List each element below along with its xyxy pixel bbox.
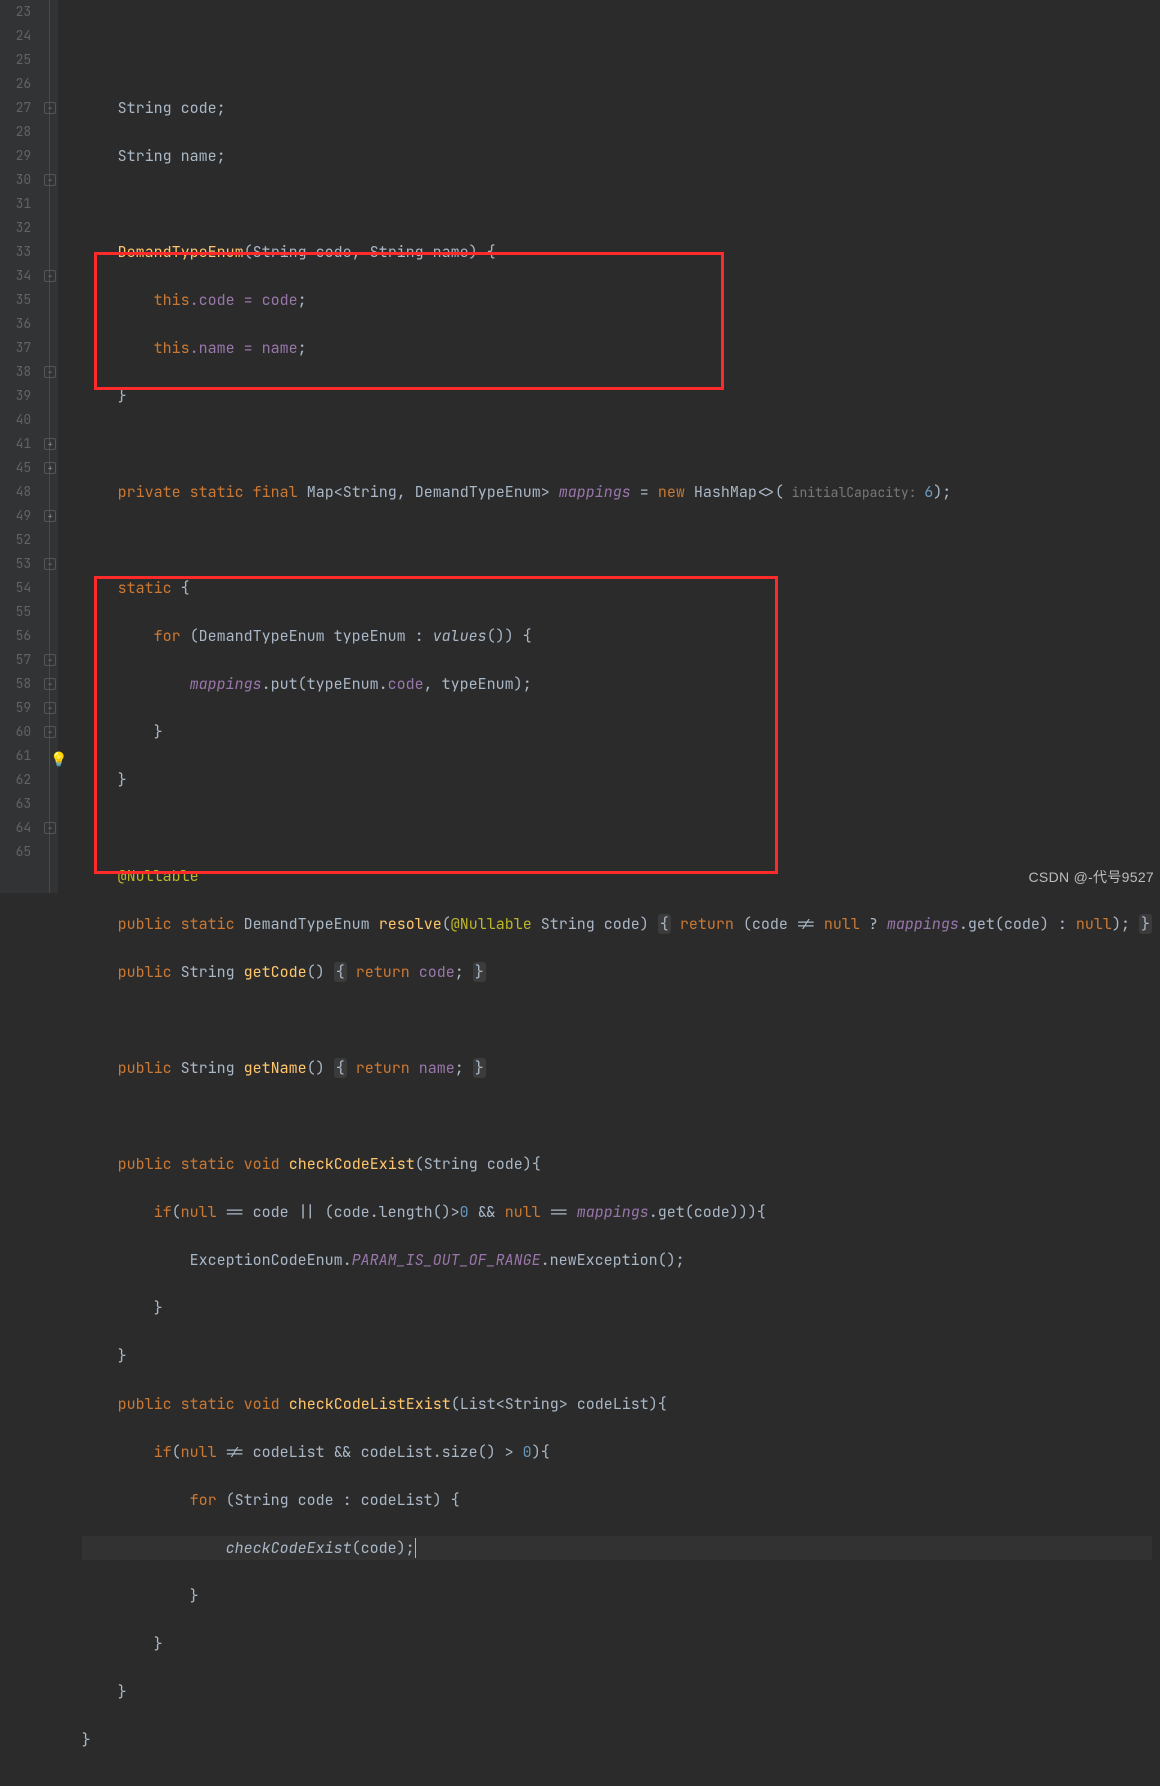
code-line[interactable] (82, 528, 1152, 552)
code-line[interactable]: } (82, 1728, 1152, 1752)
line-number: 41 (0, 432, 31, 456)
code-line[interactable]: public String getCode() { return code; } (82, 960, 1152, 984)
line-number-gutter: 2324252627282930313233343536373839404145… (0, 0, 41, 893)
code-line[interactable] (82, 192, 1152, 216)
line-number: 49 (0, 504, 31, 528)
line-number: 62 (0, 768, 31, 792)
line-number: 31 (0, 192, 31, 216)
line-number: 55 (0, 600, 31, 624)
code-line[interactable] (82, 816, 1152, 840)
fold-toggle-icon[interactable]: − (44, 366, 56, 378)
line-number: 34 (0, 264, 31, 288)
code-line[interactable]: } (82, 720, 1152, 744)
code-line[interactable]: } (82, 1296, 1152, 1320)
code-line[interactable]: } (82, 1680, 1152, 1704)
code-line[interactable]: @Nullable (82, 864, 1152, 888)
code-line[interactable]: public String getName() { return name; } (82, 1056, 1152, 1080)
fold-toggle-icon[interactable]: − (44, 174, 56, 186)
line-number: 26 (0, 72, 31, 96)
line-number: 23 (0, 0, 31, 24)
line-number: 27 (0, 96, 31, 120)
code-editor: 2324252627282930313233343536373839404145… (0, 0, 1160, 893)
code-line[interactable]: if(null == code || (code.length()>0 && n… (82, 1200, 1152, 1224)
line-number: 37 (0, 336, 31, 360)
code-line[interactable]: String code; (82, 96, 1152, 120)
code-line[interactable] (82, 1104, 1152, 1128)
line-number: 30 (0, 168, 31, 192)
fold-toggle-icon[interactable]: − (44, 270, 56, 282)
code-line[interactable]: if(null != codeList && codeList.size() >… (82, 1440, 1152, 1464)
line-number: 56 (0, 624, 31, 648)
line-number: 24 (0, 24, 31, 48)
line-number: 48 (0, 480, 31, 504)
line-number: 53 (0, 552, 31, 576)
line-number: 25 (0, 48, 31, 72)
code-line[interactable]: ExceptionCodeEnum.PARAM_IS_OUT_OF_RANGE.… (82, 1248, 1152, 1272)
code-line[interactable]: for (String code : codeList) { (82, 1488, 1152, 1512)
code-line[interactable] (82, 432, 1152, 456)
code-line[interactable] (82, 48, 1152, 72)
code-area[interactable]: String code; String name; DemandTypeEnum… (58, 0, 1160, 893)
fold-toggle-icon[interactable]: + (44, 510, 56, 522)
line-number: 65 (0, 840, 31, 864)
line-number: 54 (0, 576, 31, 600)
fold-toggle-icon[interactable]: − (44, 702, 56, 714)
code-line[interactable]: this.code = code; (82, 288, 1152, 312)
fold-toggle-icon[interactable]: + (44, 462, 56, 474)
line-number: 32 (0, 216, 31, 240)
line-number: 33 (0, 240, 31, 264)
watermark: CSDN @-代号9527 (1029, 865, 1154, 889)
line-number: 61 (0, 744, 31, 768)
code-line[interactable]: public static void checkCodeExist(String… (82, 1152, 1152, 1176)
line-number: 38 (0, 360, 31, 384)
code-line[interactable]: DemandTypeEnum(String code, String name)… (82, 240, 1152, 264)
fold-toggle-icon[interactable]: − (44, 822, 56, 834)
line-number: 35 (0, 288, 31, 312)
line-number: 29 (0, 144, 31, 168)
line-number: 57 (0, 648, 31, 672)
code-line[interactable] (82, 1008, 1152, 1032)
code-line[interactable]: public static DemandTypeEnum resolve(@Nu… (82, 912, 1152, 936)
line-number: 39 (0, 384, 31, 408)
code-line[interactable]: mappings.put(typeEnum.code, typeEnum); (82, 672, 1152, 696)
code-line[interactable]: } (82, 1584, 1152, 1608)
fold-toggle-icon[interactable]: + (44, 438, 56, 450)
fold-toggle-icon[interactable]: − (44, 726, 56, 738)
fold-toggle-icon[interactable]: − (44, 102, 56, 114)
code-line[interactable]: String name; (82, 144, 1152, 168)
line-number: 45 (0, 456, 31, 480)
code-line[interactable]: public static void checkCodeListExist(Li… (82, 1392, 1152, 1416)
code-line-current[interactable]: checkCodeExist(code); (82, 1536, 1152, 1560)
code-line[interactable]: } (82, 768, 1152, 792)
line-number: 64 (0, 816, 31, 840)
line-number: 60 (0, 720, 31, 744)
code-line[interactable]: for (DemandTypeEnum typeEnum : values())… (82, 624, 1152, 648)
parameter-hint: initialCapacity: (784, 484, 924, 501)
intention-bulb-icon[interactable]: 💡 (50, 748, 67, 772)
code-line[interactable]: static { (82, 576, 1152, 600)
line-number: 36 (0, 312, 31, 336)
code-line[interactable]: } (82, 384, 1152, 408)
line-number: 52 (0, 528, 31, 552)
fold-toggle-icon[interactable]: − (44, 558, 56, 570)
line-number: 58 (0, 672, 31, 696)
code-line[interactable]: } (82, 1632, 1152, 1656)
fold-toggle-icon[interactable]: − (44, 678, 56, 690)
line-number: 63 (0, 792, 31, 816)
line-number: 40 (0, 408, 31, 432)
code-line[interactable]: } (82, 1344, 1152, 1368)
code-line[interactable]: private static final Map<String, DemandT… (82, 480, 1152, 504)
line-number: 59 (0, 696, 31, 720)
code-line[interactable]: this.name = name; (82, 336, 1152, 360)
fold-toggle-icon[interactable]: − (44, 654, 56, 666)
line-number: 28 (0, 120, 31, 144)
